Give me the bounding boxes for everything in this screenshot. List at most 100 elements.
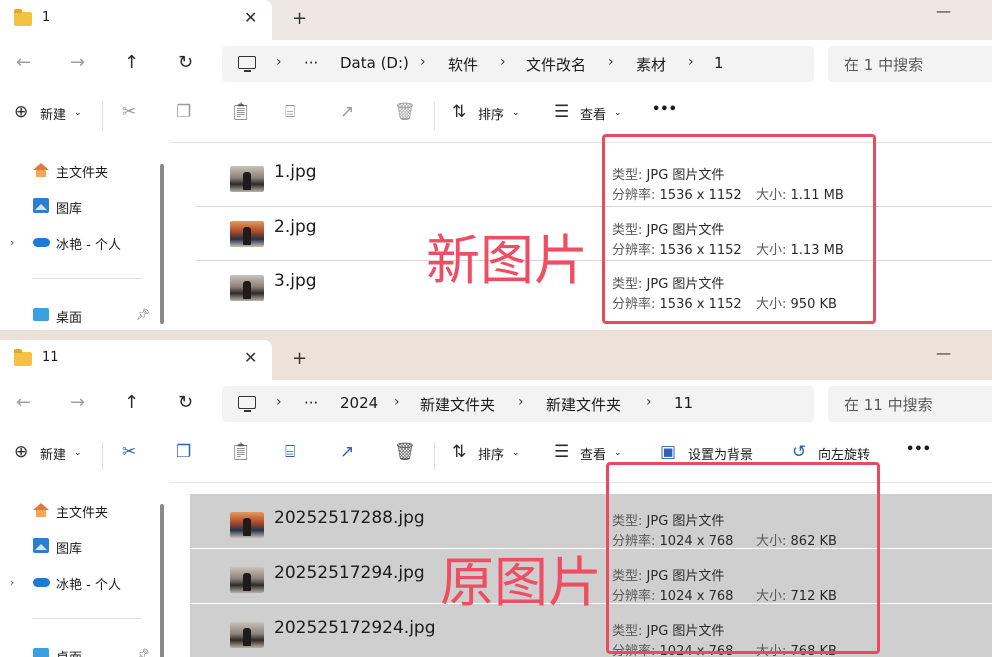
view-button[interactable]: 查看: [580, 444, 606, 463]
chevron-right-icon[interactable]: ›: [10, 576, 14, 589]
desktop-icon: [33, 308, 49, 321]
new-button[interactable]: 新建: [40, 104, 66, 123]
sidebar-item-onedrive[interactable]: 冰艳 - 个人: [56, 574, 121, 593]
up-arrow-icon[interactable]: ↑: [124, 392, 139, 413]
breadcrumb-item[interactable]: 新建文件夹: [546, 394, 621, 415]
home-icon: [33, 503, 49, 517]
chevron-down-icon[interactable]: ⌄: [74, 108, 82, 118]
breadcrumb-item[interactable]: 2024: [340, 394, 378, 412]
tab-title: 1: [42, 10, 51, 25]
refresh-icon[interactable]: ↻: [178, 52, 193, 73]
window-gap: [0, 330, 992, 340]
new-tab-icon[interactable]: +: [292, 8, 307, 29]
sidebar-item-gallery[interactable]: 图库: [56, 538, 82, 557]
breadcrumb-item[interactable]: 素材: [636, 54, 666, 75]
file-name: 20252517294.jpg: [274, 563, 425, 583]
tab-folder-11[interactable]: 11 ✕: [0, 340, 272, 380]
cut-icon[interactable]: ✂: [122, 102, 136, 122]
new-plus-icon[interactable]: ⊕: [14, 102, 28, 122]
breadcrumb-item[interactable]: 11: [674, 394, 693, 412]
paste-icon[interactable]: 📋︎: [230, 102, 252, 122]
delete-icon[interactable]: 🗑︎: [394, 102, 416, 122]
search-input[interactable]: 在 11 中搜索: [828, 386, 992, 422]
sort-button[interactable]: 排序: [478, 444, 504, 463]
sort-button[interactable]: 排序: [478, 104, 504, 123]
view-button[interactable]: 查看: [580, 104, 606, 123]
close-icon[interactable]: ✕: [244, 348, 257, 367]
gallery-icon: [33, 198, 49, 213]
explorer-window-top: 1 ✕ + — ← → ↑ ↻ › ··· Data (D:) › 软件 › 文…: [0, 0, 992, 330]
breadcrumb-item[interactable]: 软件: [448, 54, 478, 75]
up-arrow-icon[interactable]: ↑: [124, 52, 139, 73]
chevron-right-icon[interactable]: ›: [10, 236, 14, 249]
chevron-down-icon[interactable]: ⌄: [74, 448, 82, 458]
sidebar-item-gallery[interactable]: 图库: [56, 198, 82, 217]
rotate-left-icon[interactable]: ↺: [792, 442, 806, 462]
search-input[interactable]: 在 1 中搜索: [828, 46, 992, 82]
share-icon[interactable]: ↗: [340, 442, 354, 462]
sidebar-item-home[interactable]: 主文件夹: [56, 502, 108, 521]
sidebar-scrollbar[interactable]: [160, 504, 164, 657]
back-arrow-icon[interactable]: ←: [16, 52, 31, 73]
more-options-button[interactable]: •••: [906, 442, 931, 457]
chevron-down-icon[interactable]: ⌄: [614, 448, 622, 458]
chevron-right-icon: ›: [420, 54, 426, 70]
divider: [102, 442, 103, 470]
copy-icon[interactable]: ❐: [176, 442, 191, 462]
sidebar-item-onedrive[interactable]: 冰艳 - 个人: [56, 234, 121, 253]
rename-icon[interactable]: ⌸: [285, 442, 295, 462]
more-options-button[interactable]: •••: [652, 102, 677, 117]
sidebar-item-desktop[interactable]: 桌面: [56, 647, 82, 657]
paste-icon[interactable]: 📋︎: [230, 442, 252, 462]
chevron-down-icon[interactable]: ⌄: [512, 448, 520, 458]
chevron-right-icon: ›: [276, 394, 282, 410]
cut-icon[interactable]: ✂: [122, 442, 136, 462]
new-button[interactable]: 新建: [40, 444, 66, 463]
delete-icon[interactable]: 🗑︎: [394, 442, 416, 462]
address-bar[interactable]: › ··· 2024 › 新建文件夹 › 新建文件夹 › 11: [222, 386, 814, 422]
refresh-icon[interactable]: ↻: [178, 392, 193, 413]
onedrive-cloud-icon: [33, 238, 50, 247]
sidebar-scrollbar[interactable]: [160, 164, 164, 324]
forward-arrow-icon[interactable]: →: [70, 392, 85, 413]
chevron-right-icon: ›: [394, 394, 400, 410]
view-list-icon[interactable]: ☰: [554, 102, 569, 122]
highlight-box: [606, 462, 880, 654]
breadcrumb-item[interactable]: Data (D:): [340, 54, 409, 72]
sidebar-item-home[interactable]: 主文件夹: [56, 162, 108, 181]
computer-icon: [238, 56, 256, 72]
share-icon[interactable]: ↗: [340, 102, 354, 122]
minimize-icon[interactable]: —: [936, 344, 951, 362]
breadcrumb-item[interactable]: 1: [714, 54, 724, 72]
sidebar-item-desktop[interactable]: 桌面: [56, 307, 82, 326]
divider: [434, 442, 435, 470]
sort-icon[interactable]: ⇅: [452, 102, 466, 122]
rotate-left-button[interactable]: 向左旋转: [818, 444, 870, 463]
breadcrumb-item[interactable]: 新建文件夹: [420, 394, 495, 415]
copy-icon[interactable]: ❐: [176, 102, 191, 122]
set-background-icon[interactable]: ▣: [660, 442, 676, 462]
chevron-down-icon[interactable]: ⌄: [614, 108, 622, 118]
explorer-window-bottom: 11 ✕ + — ← → ↑ ↻ › ··· 2024 › 新建文件夹 › 新建…: [0, 340, 992, 657]
new-plus-icon[interactable]: ⊕: [14, 442, 28, 462]
chevron-right-icon: ›: [608, 54, 614, 70]
back-arrow-icon[interactable]: ←: [16, 392, 31, 413]
overflow-dots-icon[interactable]: ···: [304, 394, 318, 412]
tab-folder-1[interactable]: 1 ✕: [0, 0, 272, 40]
chevron-right-icon: ›: [646, 394, 652, 410]
chevron-right-icon: ›: [688, 54, 694, 70]
sort-icon[interactable]: ⇅: [452, 442, 466, 462]
rename-icon[interactable]: ⌸: [285, 102, 295, 122]
view-list-icon[interactable]: ☰: [554, 442, 569, 462]
breadcrumb-item[interactable]: 文件改名: [526, 54, 586, 75]
forward-arrow-icon[interactable]: →: [70, 52, 85, 73]
chevron-right-icon: ›: [500, 54, 506, 70]
set-background-button[interactable]: 设置为背景: [688, 444, 753, 463]
home-icon: [33, 163, 49, 177]
new-tab-icon[interactable]: +: [292, 348, 307, 369]
chevron-down-icon[interactable]: ⌄: [512, 108, 520, 118]
overflow-dots-icon[interactable]: ···: [304, 54, 318, 72]
minimize-icon[interactable]: —: [936, 2, 951, 20]
close-icon[interactable]: ✕: [244, 8, 257, 27]
address-bar[interactable]: › ··· Data (D:) › 软件 › 文件改名 › 素材 › 1: [222, 46, 814, 82]
